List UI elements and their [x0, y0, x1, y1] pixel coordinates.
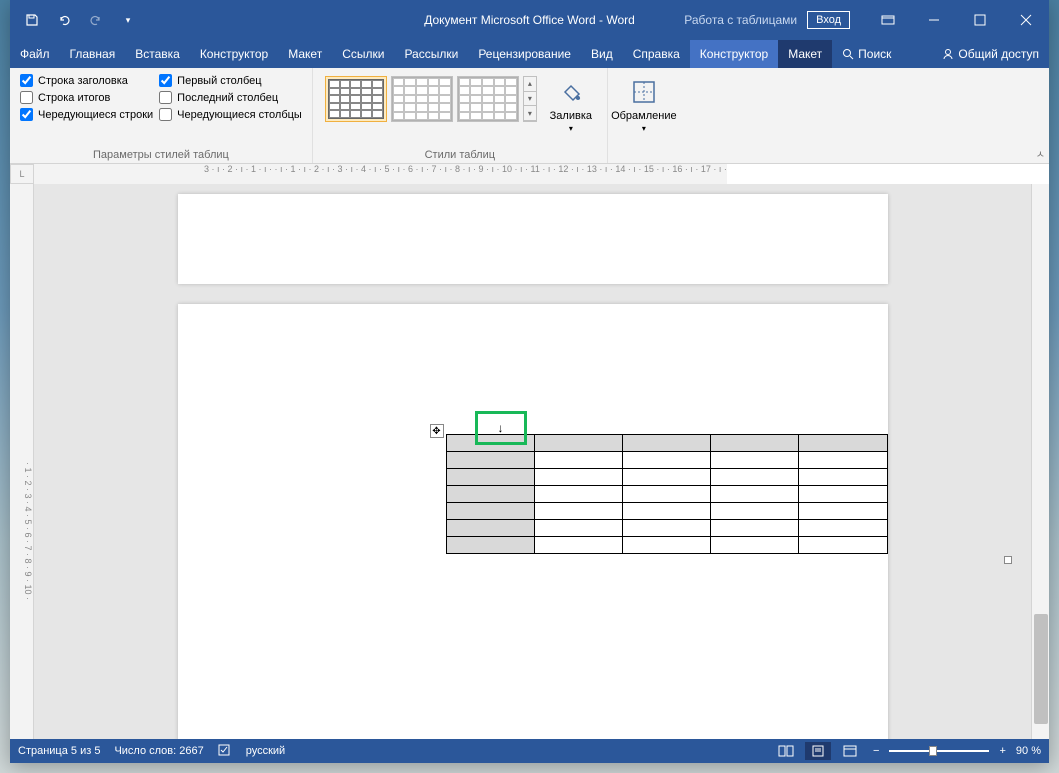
page-indicator[interactable]: Страница 5 из 5 — [18, 745, 100, 757]
vertical-ruler[interactable]: · 1 · 2 · 3 · 4 · 5 · 6 · 7 · 8 · 9 · 10… — [10, 184, 34, 739]
borders-button[interactable]: Обрамление▾ — [616, 72, 672, 137]
redo-icon[interactable] — [84, 8, 108, 32]
tab-table-constructor[interactable]: Конструктор — [690, 40, 778, 68]
dropdown-icon: ▾ — [642, 124, 646, 133]
tab-insert[interactable]: Вставка — [125, 40, 190, 68]
check-first-col[interactable]: Первый столбец — [159, 74, 302, 87]
title-bar: ▾ Документ Microsoft Office Word - Word … — [10, 0, 1049, 40]
horizontal-ruler[interactable]: 3 · ı · 2 · ı · 1 · ı · · ı · 1 · ı · 2 … — [34, 164, 727, 184]
tab-constructor[interactable]: Конструктор — [190, 40, 278, 68]
status-bar: Страница 5 из 5 Число слов: 2667 русский… — [10, 739, 1049, 763]
check-banded-rows[interactable]: Чередующиеся строки — [20, 108, 153, 121]
page-prev — [178, 194, 888, 284]
table-row — [446, 486, 887, 503]
zoom-in-button[interactable]: + — [995, 745, 1009, 757]
bucket-icon — [555, 76, 587, 108]
web-layout-icon[interactable] — [837, 742, 863, 760]
column-select-cursor — [475, 411, 527, 445]
app-name: Word — [606, 13, 634, 27]
group-label-options: Параметры стилей таблиц — [18, 147, 304, 161]
check-last-col[interactable]: Последний столбец — [159, 91, 302, 104]
ribbon-tabs: Файл Главная Вставка Конструктор Макет С… — [10, 40, 1049, 68]
language-indicator[interactable]: русский — [246, 745, 285, 757]
group-label-styles: Стили таблиц — [321, 147, 599, 161]
table-row — [446, 537, 887, 554]
tab-view[interactable]: Вид — [581, 40, 623, 68]
save-icon[interactable] — [20, 8, 44, 32]
zoom-slider[interactable] — [889, 750, 989, 752]
maximize-icon[interactable] — [957, 0, 1003, 40]
page-current[interactable]: ✥ — [178, 304, 888, 739]
close-icon[interactable] — [1003, 0, 1049, 40]
table-move-handle[interactable]: ✥ — [430, 424, 444, 438]
read-mode-icon[interactable] — [773, 742, 799, 760]
print-layout-icon[interactable] — [805, 742, 831, 760]
tab-table-layout[interactable]: Макет — [778, 40, 832, 68]
zoom-level[interactable]: 90 % — [1016, 745, 1041, 757]
login-button[interactable]: Вход — [807, 11, 850, 29]
document-area: · 1 · 2 · 3 · 4 · 5 · 6 · 7 · 8 · 9 · 10… — [10, 184, 1049, 739]
ribbon-display-icon[interactable] — [865, 0, 911, 40]
word-count[interactable]: Число слов: 2667 — [114, 745, 203, 757]
tab-links[interactable]: Ссылки — [332, 40, 394, 68]
doc-name: Документ Microsoft Office Word — [424, 13, 596, 27]
borders-icon — [628, 76, 660, 108]
quick-access-toolbar: ▾ — [10, 8, 140, 32]
check-banded-cols[interactable]: Чередующиеся столбцы — [159, 108, 302, 121]
group-borders: Обрамление▾ — [608, 68, 680, 163]
document-table[interactable] — [446, 434, 888, 554]
tab-search[interactable]: Поиск — [832, 40, 901, 68]
table-style-3[interactable] — [457, 76, 519, 122]
vertical-scrollbar[interactable] — [1031, 184, 1049, 739]
table-row — [446, 452, 887, 469]
table-row — [446, 520, 887, 537]
table-tools-label: Работа с таблицами — [674, 13, 807, 27]
tab-file[interactable]: Файл — [10, 40, 60, 68]
table-style-1[interactable] — [325, 76, 387, 122]
tab-help[interactable]: Справка — [623, 40, 690, 68]
ruler-corner[interactable]: L — [10, 164, 34, 184]
table-resize-handle[interactable] — [1004, 556, 1012, 564]
dropdown-icon: ▾ — [569, 124, 573, 133]
shading-button[interactable]: Заливка▾ — [543, 72, 599, 137]
tab-home[interactable]: Главная — [60, 40, 126, 68]
group-table-style-options: Строка заголовка Строка итогов Чередующи… — [10, 68, 313, 163]
tab-share[interactable]: Общий доступ — [932, 40, 1049, 68]
tab-mailings[interactable]: Рассылки — [394, 40, 468, 68]
group-table-styles: ▴▾▾ Заливка▾ Стили таблиц — [313, 68, 608, 163]
window-title: Документ Microsoft Office Word - Word — [424, 13, 635, 27]
undo-icon[interactable] — [52, 8, 76, 32]
proofing-icon[interactable] — [218, 743, 232, 760]
document-scroll[interactable]: ✥ — [34, 184, 1031, 739]
minimize-icon[interactable] — [911, 0, 957, 40]
table-row — [446, 503, 887, 520]
scrollbar-thumb[interactable] — [1034, 614, 1048, 724]
check-header-row[interactable]: Строка заголовка — [20, 74, 153, 87]
table-style-2[interactable] — [391, 76, 453, 122]
tab-layout[interactable]: Макет — [278, 40, 332, 68]
check-total-row[interactable]: Строка итогов — [20, 91, 153, 104]
table-row — [446, 469, 887, 486]
ribbon: Строка заголовка Строка итогов Чередующи… — [10, 68, 1049, 164]
qat-more-icon[interactable]: ▾ — [116, 8, 140, 32]
styles-scroll[interactable]: ▴▾▾ — [523, 76, 537, 122]
collapse-ribbon-icon[interactable]: ㅅ — [1036, 146, 1045, 161]
tab-review[interactable]: Рецензирование — [468, 40, 581, 68]
zoom-out-button[interactable]: − — [869, 745, 883, 757]
